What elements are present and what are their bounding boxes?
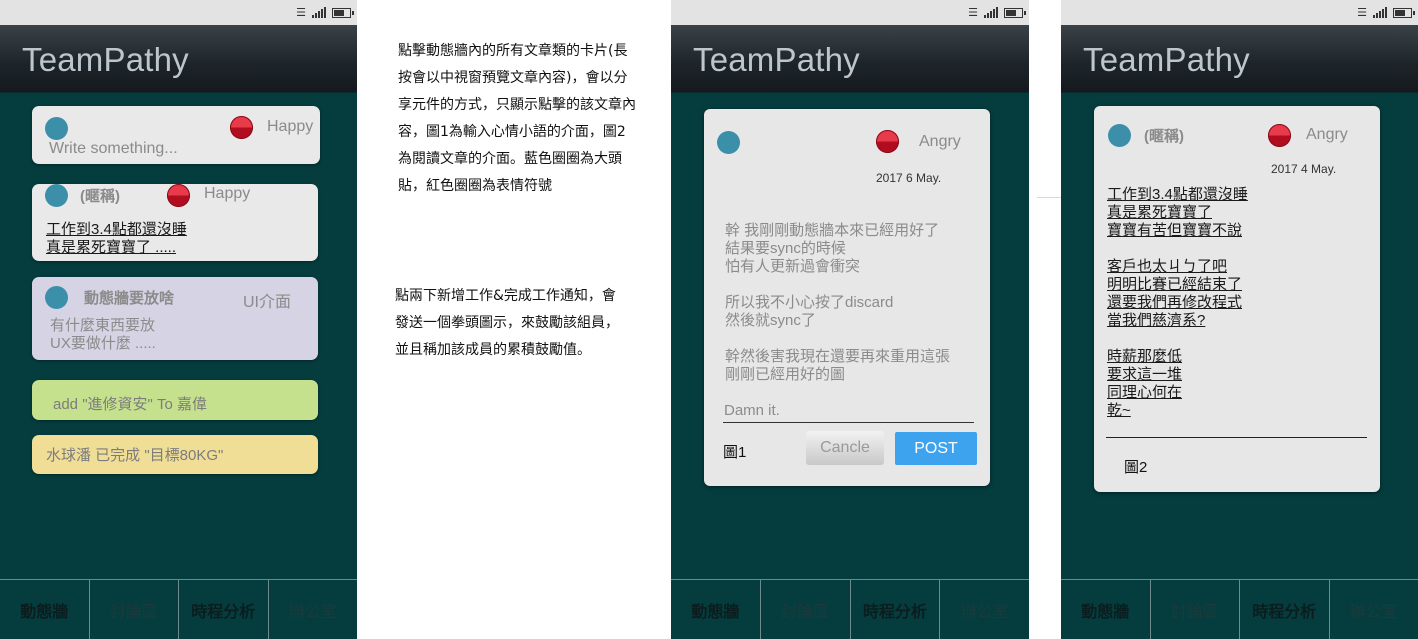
mood-icon[interactable] [230, 116, 253, 139]
body-line: 客戶也太ㄐㄅ了吧 [1107, 258, 1228, 275]
avatar [45, 286, 68, 309]
tab-office[interactable]: 辦公室 [940, 580, 1029, 639]
body-line: 然後就sync了 [725, 312, 816, 329]
tab-office[interactable]: 辦公室 [269, 580, 358, 639]
notification-card[interactable]: 水球潘 已完成 "目標80KG" [32, 435, 318, 474]
mood-icon [1268, 124, 1291, 147]
tab-schedule[interactable]: 時程分析 [851, 580, 941, 639]
app-title: TeamPathy [22, 41, 189, 78]
page: ☰ TeamPathy Happy Write something... (暱稱… [0, 0, 1418, 639]
mood-text-input[interactable]: Damn it. [724, 402, 780, 419]
post-author: (暱稱) [1144, 128, 1184, 145]
body-line: 結果要sync的時候 [725, 240, 846, 257]
phone-read: ☰ TeamPathy (暱稱) Angry 2017 4 May. 工作到3.… [1061, 0, 1418, 639]
tab-feed[interactable]: 動態牆 [1061, 580, 1151, 639]
input-underline [723, 422, 974, 423]
body-line: 真是累死寶寶了 [1107, 204, 1213, 221]
post-tag: UI介面 [243, 294, 292, 311]
post-line[interactable]: 真是累死寶寶了 ..... [46, 236, 176, 257]
tab-discussion[interactable]: 討論區 [1151, 580, 1240, 639]
body-line: 還要我們再修改程式 [1107, 294, 1243, 311]
body-line: 怕有人更新過會衝突 [725, 258, 861, 275]
notification-text: add "進修資安" To 嘉偉 [53, 396, 208, 413]
tab-feed[interactable]: 動態牆 [671, 580, 761, 639]
avatar [717, 131, 740, 154]
wifi-icon: ☰ [296, 6, 306, 19]
cancel-button[interactable]: Cancle [806, 431, 884, 465]
post-body: 工作到3.4點都還沒睡 真是累死寶寶了 寶寶有苦但寶寶不說 客戶也太ㄐㄅ了吧 明… [1107, 186, 1248, 420]
body-line: 明明比賽已經結束了 [1107, 276, 1243, 293]
body-line: 所以我不小心按了discard [725, 294, 894, 311]
notification-card[interactable]: add "進修資安" To 嘉偉 [32, 380, 318, 420]
body-line: 時薪那麼低 [1107, 348, 1183, 365]
status-bar: ☰ [1061, 0, 1418, 25]
description-paragraph: 點兩下新增工作&完成工作通知，會發送一個拳頭圖示，來鼓勵該組員，並且稱加該成員的… [395, 288, 619, 358]
tab-feed[interactable]: 動態牆 [0, 580, 90, 639]
read-dialog: (暱稱) Angry 2017 4 May. 工作到3.4點都還沒睡 真是累死寶… [1094, 106, 1380, 492]
post-button[interactable]: POST [895, 432, 977, 465]
divider [1106, 437, 1367, 438]
compose-card[interactable]: Happy Write something... [32, 106, 320, 164]
status-bar: ☰ [0, 0, 357, 25]
phone-feed: ☰ TeamPathy Happy Write something... (暱稱… [0, 0, 357, 639]
figure-label: 圖1 [723, 444, 747, 461]
app-bar: TeamPathy [1061, 25, 1418, 93]
post-author: (暱稱) [80, 188, 120, 205]
battery-icon [1393, 7, 1415, 18]
body-line: 要求這一堆 [1107, 366, 1183, 383]
wifi-icon: ☰ [968, 6, 978, 19]
signal-icon [312, 7, 326, 18]
bottom-nav: 動態牆 討論區 時程分析 辦公室 [0, 579, 357, 639]
avatar [45, 117, 68, 140]
compose-body[interactable]: 幹 我剛剛動態牆本來已經用好了 結果要sync的時候 怕有人更新過會衝突 所以我… [725, 222, 950, 384]
description-paragraph: 點擊動態牆內的所有文章類的卡片(長按會以中視窗預覽文章內容)，會以分享元件的方式… [398, 43, 636, 194]
app-bar: TeamPathy [0, 25, 357, 93]
app-title: TeamPathy [1083, 41, 1250, 78]
phone-compose: ☰ TeamPathy Angry 2017 6 May. 幹 我剛剛動態牆本來… [671, 0, 1029, 639]
bottom-nav: 動態牆 討論區 時程分析 辦公室 [671, 579, 1029, 639]
notification-text: 水球潘 已完成 "目標80KG" [46, 447, 224, 464]
tab-office[interactable]: 辦公室 [1330, 580, 1418, 639]
mood-label: Angry [1306, 126, 1348, 143]
figure-label: 圖2 [1124, 459, 1148, 476]
app-title: TeamPathy [693, 41, 860, 78]
avatar [45, 184, 68, 207]
body-line: 幹 我剛剛動態牆本來已經用好了 [725, 222, 940, 239]
body-line: 乾~ [1107, 402, 1131, 419]
compose-dialog: Angry 2017 6 May. 幹 我剛剛動態牆本來已經用好了 結果要syn… [704, 109, 990, 486]
tab-discussion[interactable]: 討論區 [90, 580, 179, 639]
signal-icon [1373, 7, 1387, 18]
post-card[interactable]: (暱稱) Happy 工作到3.4點都還沒睡 真是累死寶寶了 ..... [32, 184, 318, 261]
post-author: 動態牆要放啥 [84, 290, 175, 307]
mood-label: Angry [919, 133, 961, 150]
app-bar: TeamPathy [671, 25, 1029, 93]
post-date: 2017 4 May. [1271, 162, 1337, 176]
mood-label: Happy [204, 185, 251, 202]
compose-input[interactable]: Write something... [49, 140, 178, 158]
post-date: 2017 6 May. [876, 171, 942, 185]
body-line: 寶寶有苦但寶寶不說 [1107, 222, 1243, 239]
body-line: 剛剛已經用好的圖 [725, 366, 846, 383]
mood-label: Happy [267, 118, 314, 135]
mood-icon[interactable] [876, 130, 899, 153]
tab-discussion[interactable]: 討論區 [761, 580, 851, 639]
body-line: 同理心何在 [1107, 384, 1183, 401]
status-bar: ☰ [671, 0, 1029, 25]
post-card[interactable]: 動態牆要放啥 UI介面 有什麼東西要放 UX要做什麼 ..... [32, 277, 318, 360]
body-line: 幹然後害我現在還要再來重用這張 [725, 348, 951, 365]
signal-icon [984, 7, 998, 18]
avatar [1108, 124, 1131, 147]
body-line: 當我們慈濟系? [1107, 312, 1206, 329]
body-line: 工作到3.4點都還沒睡 [1107, 186, 1248, 203]
post-line: UX要做什麼 ..... [50, 335, 156, 352]
divider [1037, 197, 1061, 198]
tab-schedule[interactable]: 時程分析 [1240, 580, 1330, 639]
bottom-nav: 動態牆 討論區 時程分析 辦公室 [1061, 579, 1418, 639]
tab-schedule[interactable]: 時程分析 [179, 580, 269, 639]
battery-icon [332, 7, 354, 18]
wifi-icon: ☰ [1357, 6, 1367, 19]
battery-icon [1004, 7, 1026, 18]
mood-icon [167, 184, 190, 207]
